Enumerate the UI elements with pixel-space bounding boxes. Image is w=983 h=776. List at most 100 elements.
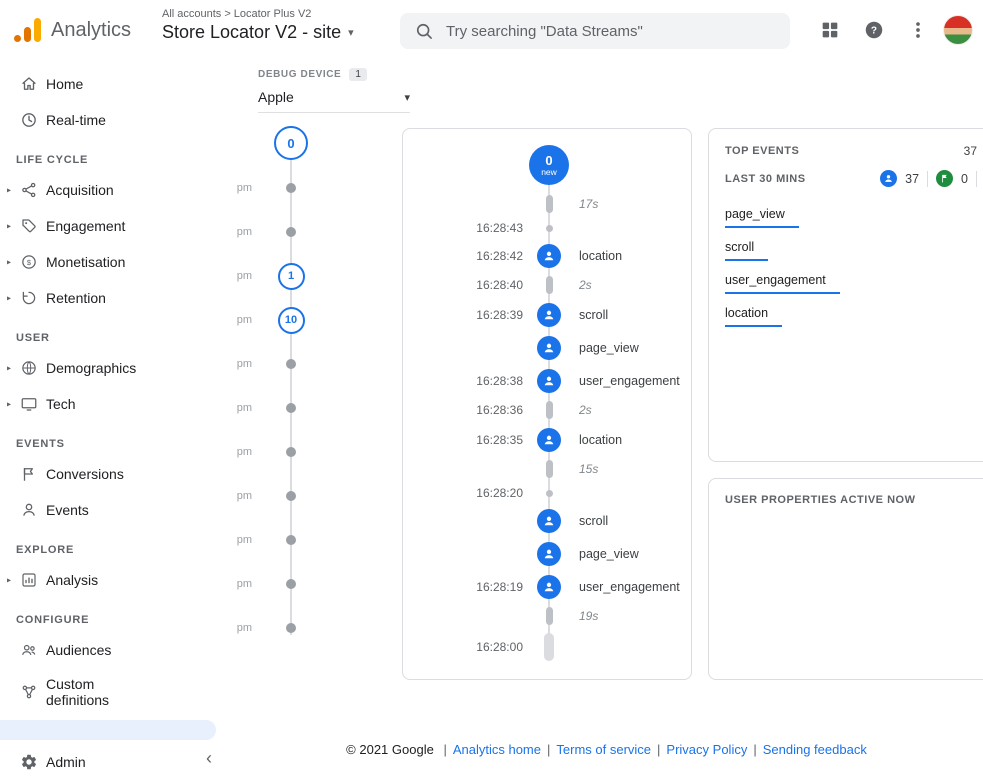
top-event-row[interactable]: location <box>725 304 977 327</box>
sidebar-item-real-time[interactable]: Real-time <box>0 102 226 138</box>
apps-grid-button[interactable] <box>811 11 849 49</box>
event-name-label[interactable]: page_view <box>569 341 691 355</box>
sidebar-item-custom-definitions[interactable]: Custom definitions <box>0 668 226 716</box>
minute-bubble[interactable]: 10 <box>278 307 305 334</box>
seconds-row-gap: 15s <box>403 456 691 482</box>
sidebar-item-tech[interactable]: ▸Tech <box>0 386 226 422</box>
event-name-label[interactable]: page_view <box>569 547 691 561</box>
event-person-icon[interactable] <box>537 244 561 268</box>
minute-dot[interactable] <box>286 403 296 413</box>
event-timestamp: 16:28:42 <box>403 249 529 263</box>
minutes-row: pm <box>216 166 332 210</box>
footer-link-analytics-home[interactable]: Analytics home <box>453 742 541 757</box>
minute-dot[interactable] <box>286 447 296 457</box>
top-events-card: TOP EVENTS 37 LAST 30 MINS 370 page_view… <box>708 128 983 462</box>
expand-arrow-icon[interactable]: ▸ <box>7 258 11 267</box>
minute-dot[interactable] <box>286 535 296 545</box>
minute-dot[interactable] <box>286 623 296 633</box>
top-event-name[interactable]: scroll <box>725 240 768 261</box>
breadcrumb[interactable]: All accounts>Locator Plus V2 <box>162 8 354 20</box>
breadcrumb-root[interactable]: All accounts <box>162 8 221 20</box>
expand-arrow-icon[interactable]: ▸ <box>7 222 11 231</box>
minute-dot[interactable] <box>286 491 296 501</box>
sidebar-item-home[interactable]: Home <box>0 66 226 102</box>
event-name-label[interactable]: scroll <box>569 514 691 528</box>
seconds-row-event: 16:28:42 location <box>403 239 691 272</box>
expand-arrow-icon[interactable]: ▸ <box>7 186 11 195</box>
sidebar-item-label: Home <box>46 76 83 92</box>
event-person-icon[interactable] <box>537 336 561 360</box>
minute-time-label: pm <box>216 534 252 546</box>
event-person-icon[interactable] <box>537 369 561 393</box>
event-name-label[interactable]: scroll <box>569 308 691 322</box>
sidebar-item-label: Admin <box>46 754 86 770</box>
sidebar-item-retention[interactable]: ▸Retention <box>0 280 226 316</box>
sidebar-item-conversions[interactable]: Conversions <box>0 456 226 492</box>
seconds-row-end: 16:28:00 <box>403 629 691 665</box>
top-event-row[interactable]: page_view <box>725 205 977 228</box>
expand-arrow-icon[interactable]: ▸ <box>7 400 11 409</box>
expand-arrow-icon[interactable]: ▸ <box>7 576 11 585</box>
help-button[interactable]: ? <box>855 11 893 49</box>
event-name-label[interactable]: user_engagement <box>569 374 691 388</box>
minute-bubble[interactable]: 1 <box>278 263 305 290</box>
user-avatar[interactable] <box>943 15 973 45</box>
seconds-rows: 17s16:28:4316:28:42location16:28:402s16:… <box>403 191 691 665</box>
event-person-icon[interactable] <box>537 303 561 327</box>
event-name-label[interactable]: user_engagement <box>569 580 691 594</box>
top-event-row[interactable]: user_engagement <box>725 271 977 294</box>
gap-indicator <box>546 195 553 213</box>
sidebar-item-analysis[interactable]: ▸Analysis <box>0 562 226 598</box>
account-property-block: All accounts>Locator Plus V2 Store Locat… <box>162 8 354 43</box>
property-selector[interactable]: Store Locator V2 - site ▾ <box>162 22 354 43</box>
footer-link-sending-feedback[interactable]: Sending feedback <box>763 742 867 757</box>
sidebar-collapse-button[interactable]: ‹ <box>196 745 222 771</box>
event-name-label[interactable]: location <box>569 433 691 447</box>
search-bar[interactable] <box>400 13 790 49</box>
more-menu-button[interactable] <box>899 11 937 49</box>
search-input[interactable] <box>446 23 776 40</box>
footer-link-privacy-policy[interactable]: Privacy Policy <box>666 742 747 757</box>
sidebar-item-audiences[interactable]: Audiences <box>0 632 226 668</box>
event-person-icon[interactable] <box>537 542 561 566</box>
top-event-name[interactable]: location <box>725 306 782 327</box>
conversions-counter-value: 0 <box>961 172 968 186</box>
minute-dot[interactable] <box>286 579 296 589</box>
retention-icon <box>20 289 38 307</box>
sidebar-item-acquisition[interactable]: ▸Acquisition <box>0 172 226 208</box>
expand-arrow-icon[interactable]: ▸ <box>7 364 11 373</box>
seconds-row-event: 16:28:39scroll <box>403 298 691 331</box>
minute-dot[interactable] <box>286 183 296 193</box>
current-minute-bubble[interactable]: 0 new <box>529 145 569 185</box>
top-event-name[interactable]: page_view <box>725 207 799 228</box>
sidebar-item-engagement[interactable]: ▸ Engagement <box>0 208 226 244</box>
expand-arrow-icon[interactable]: ▸ <box>7 294 11 303</box>
event-person-icon[interactable] <box>537 575 561 599</box>
breadcrumb-account[interactable]: Locator Plus V2 <box>234 8 312 20</box>
footer-link-terms-of-service[interactable]: Terms of service <box>556 742 651 757</box>
sidebar-item-events[interactable]: Events <box>0 492 226 528</box>
event-person-icon[interactable] <box>537 428 561 452</box>
minute-time-label: pm <box>216 578 252 590</box>
event-person-icon[interactable] <box>537 509 561 533</box>
minutes-row: pm <box>216 518 332 562</box>
sidebar-item-admin[interactable]: Admin <box>0 744 226 776</box>
seconds-row-event: 16:28:35location <box>403 423 691 456</box>
debug-device-select[interactable]: Apple ▾ <box>258 89 410 113</box>
sidebar-item-label: Engagement <box>46 218 125 234</box>
sidebar-item-monetisation[interactable]: ▸$Monetisation <box>0 244 226 280</box>
event-name-label[interactable]: location <box>569 249 691 263</box>
top-event-row[interactable]: scroll <box>725 238 977 261</box>
custom-icon <box>20 683 38 701</box>
event-timestamp: 16:28:38 <box>403 374 529 388</box>
top-event-name[interactable]: user_engagement <box>725 273 840 294</box>
minute-time-label: pm <box>216 226 252 238</box>
sidebar-selected-highlight[interactable] <box>0 720 216 740</box>
minute-time-label: pm <box>216 402 252 414</box>
event-timestamp: 16:28:00 <box>403 640 529 654</box>
minute-dot[interactable] <box>286 359 296 369</box>
sidebar-item-demographics[interactable]: ▸Demographics <box>0 350 226 386</box>
minute-bubble-current[interactable]: 0 <box>274 126 308 160</box>
minute-dot[interactable] <box>286 227 296 237</box>
analytics-logo[interactable]: Analytics <box>14 0 131 60</box>
